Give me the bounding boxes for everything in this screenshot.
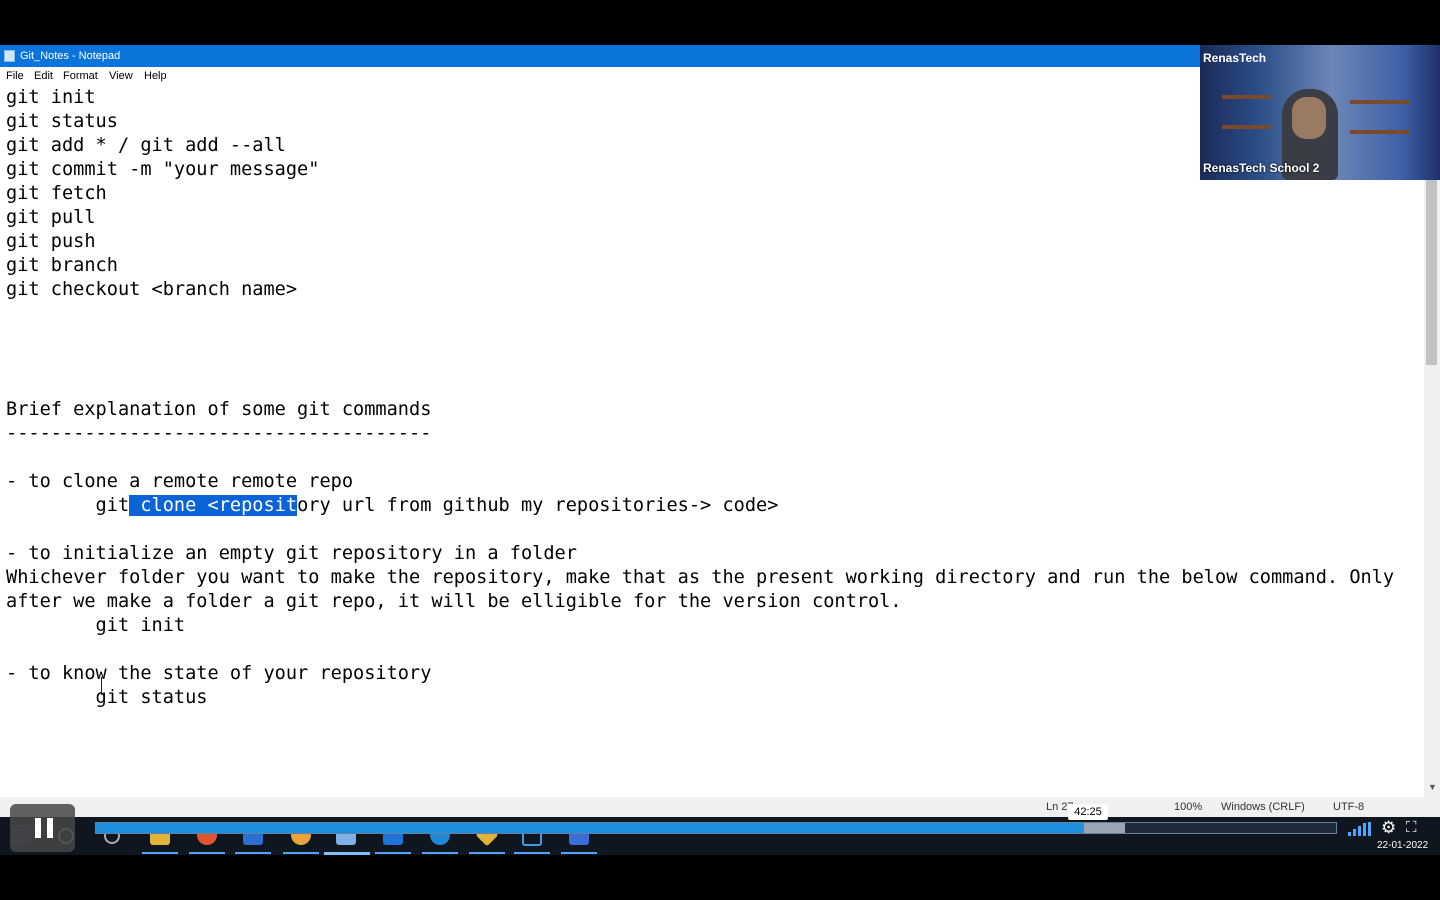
gear-icon[interactable]: ⚙ [1381,819,1396,837]
progress-buffered [1084,823,1126,833]
clone-line-after: ory url from github my repositories-> co… [297,495,779,516]
fullscreen-icon[interactable]: ⛶ [1406,819,1417,837]
editor-line: git checkout <branch name> [6,279,298,300]
menu-edit[interactable]: Edit [34,70,53,82]
menu-format[interactable]: Format [63,70,98,82]
scrollbar-thumb[interactable] [1426,180,1437,365]
editor-line: git status [6,687,208,708]
progress-played [96,823,1085,833]
pause-button[interactable] [10,804,75,852]
editor-line: git fetch [6,183,107,204]
webcam-overlay: RenasTech RenasTech School 2 [1200,45,1440,180]
editor-line: git status [6,111,118,132]
presenter-face [1292,97,1326,139]
video-player-controls: 42:25 ⚙ ⛶ [0,800,1440,855]
time-tooltip: 42:25 [1068,804,1108,820]
signal-bars-icon [1348,822,1372,836]
editor-line: git init [6,615,186,636]
webcam-brand-logo: RenasTech [1203,51,1267,65]
window-title: Git_Notes - Notepad [20,50,121,62]
section-heading: Brief explanation of some git commands [6,399,432,420]
webcam-participant-name: RenasTech School 2 [1203,161,1320,175]
text-selection: clone <reposit [129,495,298,516]
editor-line: git branch [6,255,118,276]
text-cursor-icon [101,677,104,695]
menu-file[interactable]: File [6,70,24,82]
taskbar-date: 22-01-2022 [1377,840,1429,851]
editor-line: git pull [6,207,96,228]
menu-view[interactable]: View [109,70,133,82]
scroll-down-arrow-icon[interactable]: ▼ [1428,782,1437,792]
video-top-letterbox [0,0,1440,45]
editor-line: git add * / git add --all [6,135,286,156]
notepad-icon [4,50,15,62]
text-editor[interactable]: git init git status git add * / git add … [0,87,1424,797]
editor-line: after we make a folder a git repo, it wi… [6,591,902,612]
pause-icon [35,818,53,838]
editor-line: - to clone a remote remote repo [6,471,354,492]
window-titlebar[interactable]: Git_Notes - Notepad [0,45,1200,67]
vertical-scrollbar[interactable]: ▼ [1424,180,1440,797]
editor-line: git init [6,87,96,108]
menu-bar: File Edit Format View Help [0,67,1200,87]
editor-line: git commit -m "your message" [6,159,320,180]
editor-content[interactable]: git init git status git add * / git add … [6,87,1394,710]
heading-underline: -------------------------------------- [6,423,432,444]
editor-line: - to know the state of your repository [6,663,432,684]
editor-line: Whichever folder you want to make the re… [6,567,1395,588]
editor-line: git push [6,231,96,252]
video-progress-bar[interactable] [95,822,1337,834]
editor-line: - to initialize an empty git repository … [6,543,577,564]
video-bottom-letterbox [0,855,1440,900]
clone-line-before: git [6,495,130,516]
menu-help[interactable]: Help [144,70,167,82]
